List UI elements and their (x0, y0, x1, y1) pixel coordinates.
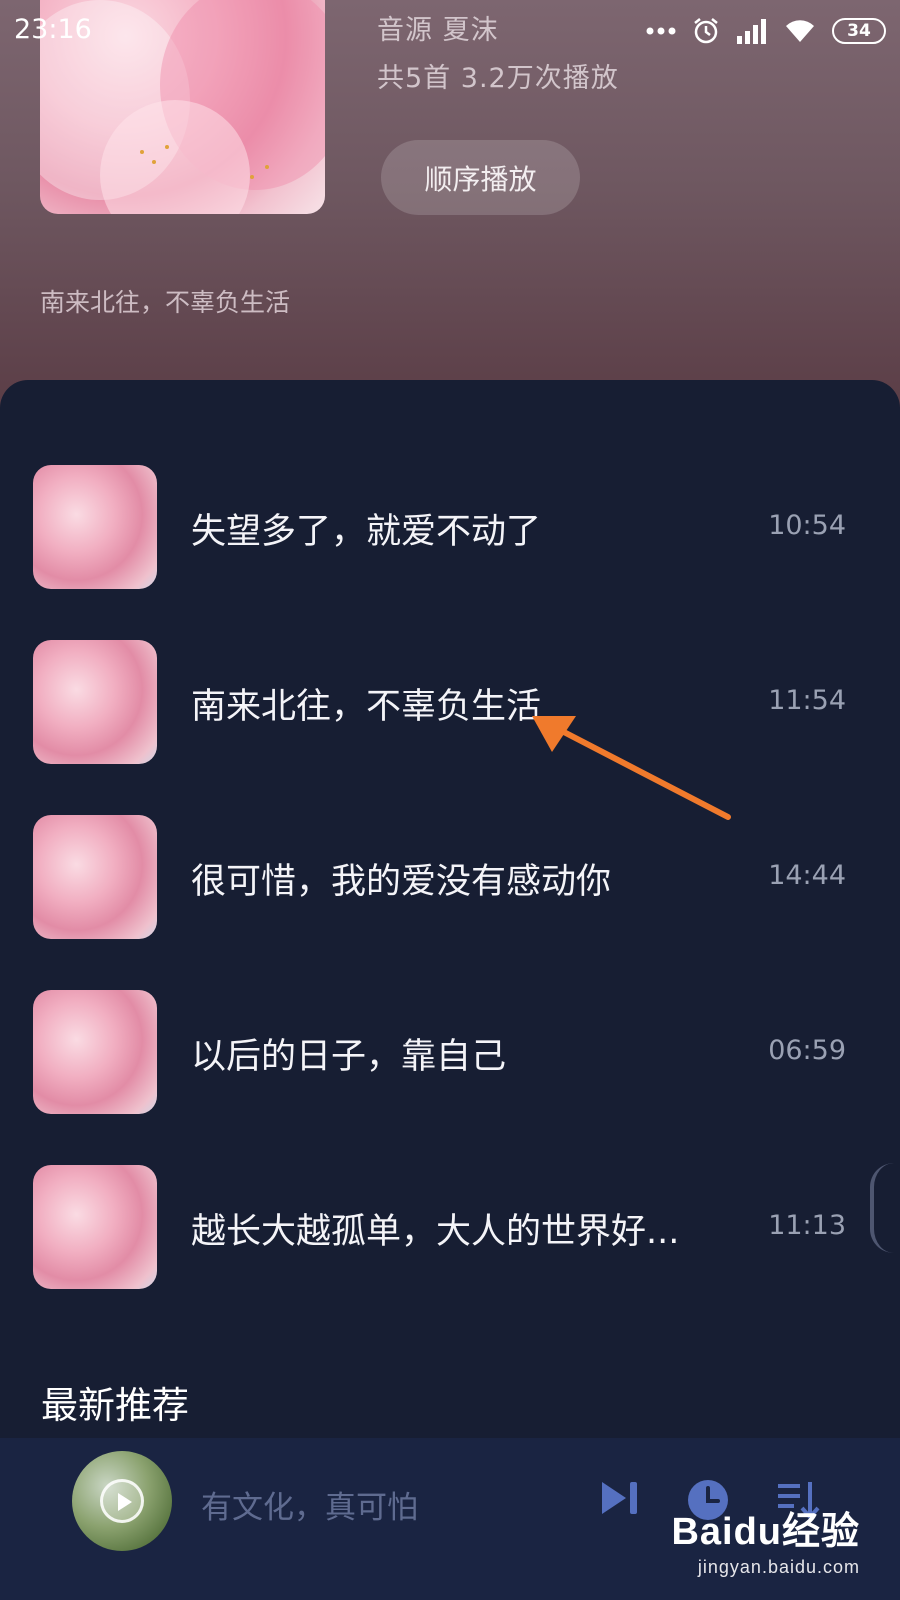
now-playing-title[interactable]: 有文化，真可怕 (201, 1482, 418, 1527)
alarm-icon (694, 18, 718, 44)
song-thumbnail (33, 815, 157, 939)
more-dots-icon (646, 27, 676, 35)
song-duration: 11:13 (768, 1210, 846, 1241)
song-title: 南来北往，不辜负生活 (191, 687, 542, 727)
watermark-url: jingyan.baidu.com (697, 1557, 860, 1577)
status-icons: 34 (646, 16, 886, 46)
side-drawer-handle[interactable] (870, 1163, 894, 1253)
song-row[interactable]: 南来北往，不辜负生活 11:54 (0, 640, 900, 765)
song-row[interactable]: 以后的日子，靠自己 06:59 (0, 990, 900, 1115)
album-source: 音源 夏沫 (377, 15, 499, 46)
song-title: 越长大越孤单，大人的世界好... (191, 1212, 680, 1252)
wifi-icon (786, 20, 814, 42)
song-thumbnail (33, 465, 157, 589)
next-icon[interactable] (600, 1478, 640, 1518)
watermark-logo: Baidu经验 (671, 1511, 860, 1553)
song-duration: 11:54 (768, 685, 846, 716)
song-title: 以后的日子，靠自己 (191, 1037, 507, 1077)
album-description: 南来北往，不辜负生活 (40, 288, 291, 317)
sequential-play-button[interactable]: 顺序播放 (381, 140, 580, 215)
status-time: 23:16 (14, 14, 92, 45)
latest-recommend-heading: 最新推荐 (41, 1384, 189, 1427)
song-row[interactable]: 很可惜，我的爱没有感动你 14:44 (0, 815, 900, 940)
battery-level: 34 (847, 21, 871, 41)
signal-icon (737, 19, 766, 44)
song-title: 很可惜，我的爱没有感动你 (191, 862, 612, 902)
play-icon[interactable] (100, 1479, 144, 1523)
song-row[interactable]: 越长大越孤单，大人的世界好... 11:13 (0, 1165, 900, 1290)
song-duration: 06:59 (768, 1035, 846, 1066)
song-thumbnail (33, 640, 157, 764)
battery-icon: 34 (832, 18, 886, 44)
baidu-watermark: Baidu经验 jingyan.baidu.com (671, 1500, 860, 1578)
song-duration: 10:54 (768, 510, 846, 541)
now-playing-art[interactable] (72, 1451, 172, 1551)
song-title: 失望多了，就爱不动了 (191, 512, 542, 552)
song-row[interactable]: 失望多了，就爱不动了 10:54 (0, 465, 900, 590)
song-thumbnail (33, 990, 157, 1114)
album-stats: 共5首 3.2万次播放 (377, 63, 619, 94)
song-duration: 14:44 (768, 860, 846, 891)
song-thumbnail (33, 1165, 157, 1289)
